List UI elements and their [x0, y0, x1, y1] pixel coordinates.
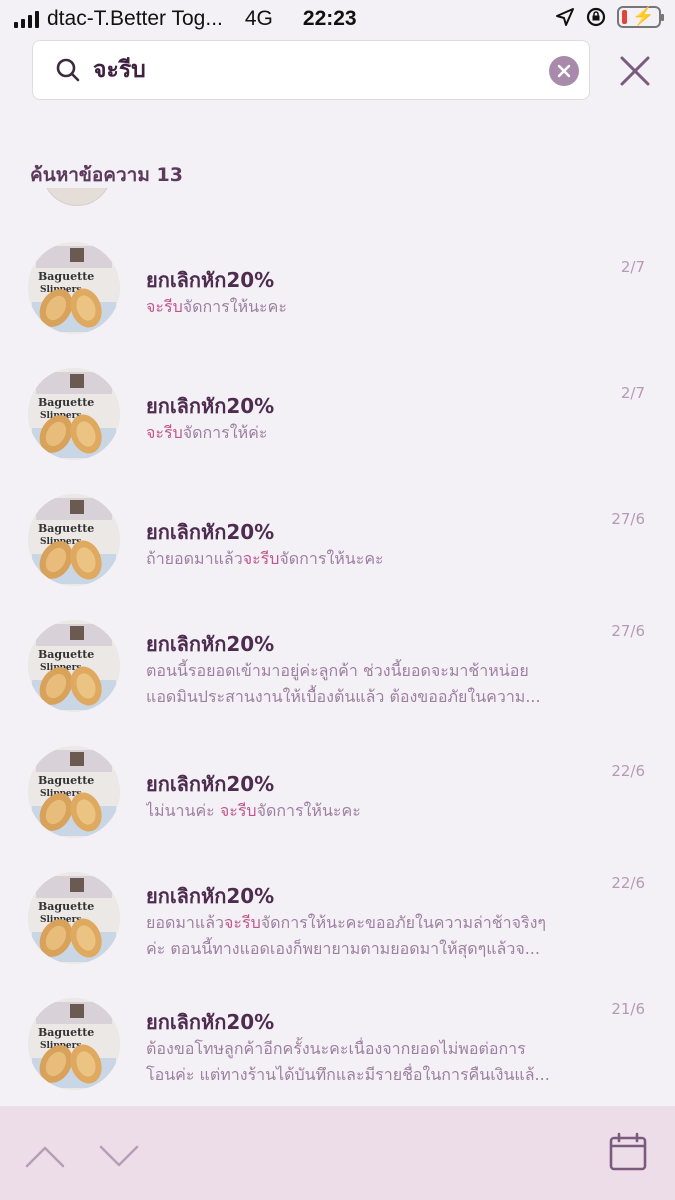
snippet-line: ค่ะ ตอนนี้ทางแอดเองก็พยายามตามยอดมาให้สุ… [146, 939, 540, 958]
snippet-line: ถ้ายอดมาแล้วจะรีบจัดการให้นะคะ [146, 549, 384, 568]
chat-avatar: BaguetteSlippers [28, 368, 120, 460]
snippet-line: ยอดมาแล้วจะรีบจัดการให้นะคะขออภัยในความล… [146, 913, 547, 932]
result-date: 2/7 [620, 258, 645, 276]
calendar-button[interactable] [608, 1132, 648, 1172]
chat-avatar: BaguetteSlippers [28, 494, 120, 586]
result-title: ยกเลิกหัก20% [146, 884, 275, 908]
result-title: ยกเลิกหัก20% [146, 772, 275, 796]
chat-avatar: BaguetteSlippers [28, 998, 120, 1090]
avatar-title: Baguette [38, 774, 94, 787]
result-title: ยกเลิกหัก20% [146, 394, 275, 418]
snippet-line: แอดมินประสานงานให้เบื้องต้นแล้ว ต้องขออภ… [146, 687, 541, 706]
snippet-line: โอนค่ะ แต่ทางร้านได้บันทึกและมีรายชื่อใน… [146, 1065, 550, 1084]
result-title: ยกเลิกหัก20% [146, 268, 275, 292]
chat-avatar: BaguetteSlippers [28, 872, 120, 964]
result-date: 27/6 [611, 622, 645, 640]
chevron-up-icon [25, 1146, 65, 1168]
result-date: 21/6 [611, 1000, 645, 1018]
result-snippet: จะรีบจัดการให้นะคะ [146, 294, 586, 320]
result-snippet: ไม่นานค่ะ จะรีบจัดการให้นะคะ [146, 798, 586, 824]
result-snippet: ยอดมาแล้วจะรีบจัดการให้นะคะขออภัยในความล… [146, 910, 586, 962]
battery-icon: ⚡ [617, 6, 664, 28]
result-item[interactable]: BaguetteSlippers ยกเลิกหัก20% 2/7 จะรีบจัดก… [0, 362, 675, 482]
status-bar: dtac-T.Better Tog... 4G 22:23 ⚡ [0, 0, 675, 38]
close-button[interactable] [616, 52, 654, 90]
chat-avatar: BaguetteSlippers [28, 620, 120, 712]
search-highlight: จะรีบ [146, 297, 183, 316]
avatar-title: Baguette [38, 522, 94, 535]
result-title: ยกเลิกหัก20% [146, 632, 275, 656]
bottom-toolbar [0, 1106, 675, 1200]
search-highlight: จะรีบ [146, 423, 183, 442]
result-item[interactable]: BaguetteSlippers ยกเลิกหัก20% 2/7 จะรีบจัดก… [0, 236, 675, 356]
search-highlight: จะรีบ [242, 549, 280, 568]
rotation-lock-icon [586, 7, 606, 27]
clear-icon [557, 64, 571, 78]
result-item[interactable]: BaguetteSlippers ยกเลิกหัก20% 22/6 ไม่นานค่… [0, 740, 675, 860]
avatar-title: Baguette [38, 1026, 94, 1039]
avatar-title: Baguette [38, 270, 94, 283]
result-date: 2/7 [620, 384, 645, 402]
result-date: 27/6 [611, 510, 645, 528]
result-snippet: ถ้ายอดมาแล้วจะรีบจัดการให้นะคะ [146, 546, 586, 572]
snippet-line: ไม่นานค่ะ จะรีบจัดการให้นะคะ [146, 801, 361, 820]
snippet-line: ต้องขอโทษลูกค้าอีกครั้งนะคะเนื่องจากยอดไ… [146, 1039, 526, 1058]
carrier-name: dtac-T.Better Tog... [47, 7, 223, 30]
result-date: 22/6 [611, 762, 645, 780]
location-arrow-icon [556, 8, 574, 26]
search-bar[interactable] [32, 40, 590, 100]
snippet-line: ตอนนี้รอยอดเข้ามาอยู่ค่ะลูกค้า ช่วงนี้ยอ… [146, 661, 529, 680]
result-snippet: ต้องขอโทษลูกค้าอีกครั้งนะคะเนื่องจากยอดไ… [146, 1036, 586, 1088]
result-item[interactable]: BaguetteSlippers ยกเลิกหัก20% 21/6 ต้องขอโท… [0, 992, 675, 1112]
chevron-down-icon [99, 1145, 139, 1167]
result-item[interactable]: BaguetteSlippers ยกเลิกหัก20% 22/6 ยอดมาแล้… [0, 866, 675, 986]
result-item[interactable]: BaguetteSlippers ยกเลิกหัก20% 27/6 ถ้ายอดมา… [0, 488, 675, 608]
calendar-icon [609, 1132, 647, 1171]
search-icon [56, 58, 80, 82]
partial-avatar [42, 188, 112, 208]
previous-result-button[interactable] [24, 1142, 66, 1170]
snippet-line: จะรีบจัดการให้นะคะ [146, 297, 287, 316]
network-type: 4G [244, 7, 273, 30]
signal-icon [14, 10, 39, 28]
avatar-title: Baguette [38, 648, 94, 661]
clock: 22:23 [302, 7, 357, 30]
avatar-title: Baguette [38, 900, 94, 913]
clear-search-button[interactable] [549, 56, 579, 86]
chat-avatar: BaguetteSlippers [28, 242, 120, 334]
result-snippet: ตอนนี้รอยอดเข้ามาอยู่ค่ะลูกค้า ช่วงนี้ยอ… [146, 658, 586, 710]
result-title: ยกเลิกหัก20% [146, 520, 275, 544]
close-icon [620, 56, 650, 86]
result-title: ยกเลิกหัก20% [146, 1010, 275, 1034]
result-item[interactable]: BaguetteSlippers ยกเลิกหัก20% 27/6 ตอนนี้รอ… [0, 614, 675, 734]
search-input[interactable] [93, 57, 493, 83]
chat-avatar: BaguetteSlippers [28, 746, 120, 838]
results-count-label: ค้นหาข้อความ 13 [30, 164, 183, 186]
status-icons: ⚡ [555, 6, 664, 28]
avatar-title: Baguette [38, 396, 94, 409]
search-highlight: จะรีบ [219, 801, 257, 820]
search-highlight: จะรีบ [224, 913, 261, 932]
next-result-button[interactable] [98, 1142, 140, 1170]
snippet-line: จะรีบจัดการให้ค่ะ [146, 423, 268, 442]
result-snippet: จะรีบจัดการให้ค่ะ [146, 420, 586, 446]
result-date: 22/6 [611, 874, 645, 892]
